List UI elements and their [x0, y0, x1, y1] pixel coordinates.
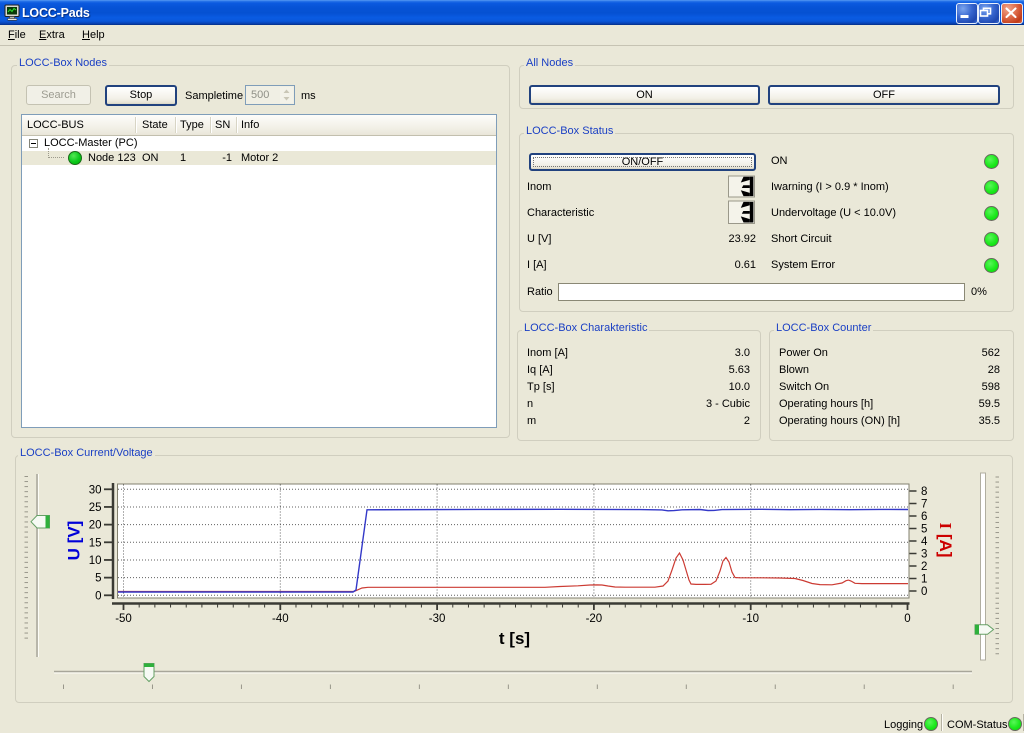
svg-text:U [V]: U [V]	[65, 521, 84, 561]
svg-text:10: 10	[89, 555, 102, 567]
svg-text:25: 25	[89, 502, 102, 514]
svg-text:3: 3	[921, 549, 927, 561]
svg-text:8: 8	[921, 486, 927, 498]
svg-text:t [s]: t [s]	[499, 629, 530, 648]
svg-text:30: 30	[89, 484, 102, 496]
svg-text:-30: -30	[429, 613, 446, 625]
svg-text:I [A]: I [A]	[936, 523, 955, 558]
svg-text:20: 20	[89, 520, 102, 532]
svg-text:15: 15	[89, 537, 102, 549]
svg-text:-40: -40	[272, 613, 289, 625]
svg-text:-50: -50	[115, 613, 132, 625]
svg-text:-20: -20	[586, 613, 603, 625]
svg-text:7: 7	[921, 499, 927, 511]
svg-text:0: 0	[904, 613, 910, 625]
svg-text:6: 6	[921, 511, 927, 523]
svg-text:4: 4	[921, 536, 928, 548]
svg-text:0: 0	[921, 586, 927, 598]
svg-text:5: 5	[95, 573, 101, 585]
svg-text:-10: -10	[742, 613, 759, 625]
svg-text:0: 0	[95, 590, 101, 602]
svg-text:2: 2	[921, 561, 927, 573]
svg-text:1: 1	[921, 574, 927, 586]
svg-text:5: 5	[921, 524, 927, 536]
